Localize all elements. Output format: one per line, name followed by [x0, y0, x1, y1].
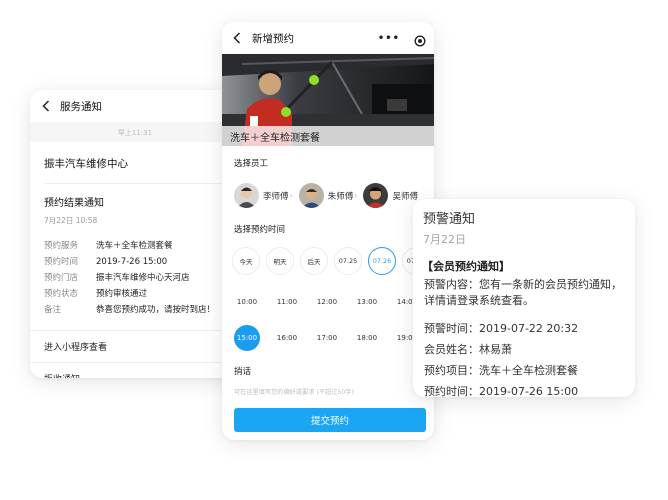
close-target-icon[interactable] [414, 32, 426, 47]
back-arrow-icon[interactable] [230, 31, 244, 45]
open-miniprogram-link[interactable]: 进入小程序查看 [30, 330, 240, 362]
date-option[interactable]: 今天 [232, 247, 260, 275]
remark-label: 捎话 [234, 367, 252, 377]
notice-date: 7月22日 10:58 [44, 216, 98, 225]
notice-row: 预约状态 预约审核通过 [44, 286, 226, 302]
notice-row: 备注 恭喜您预约成功，请按时到店！ [44, 302, 226, 318]
time-slot-grid: 10:00 11:00 12:00 13:00 14:00 15:00 16:0… [222, 291, 434, 351]
time-slot-label: 13:00 [356, 298, 378, 306]
avatar [298, 183, 324, 208]
alert-item: 预约时间：2019-07-26 15:00 [424, 385, 579, 397]
row-label: 备注 [44, 305, 62, 315]
row-value: 预约审核通过 [96, 289, 148, 299]
hero-service-title: 洗车＋全车检测套餐 [222, 126, 434, 146]
select-time-label: 选择预约时间 [234, 225, 286, 235]
service-notice-header: 服务通知 [30, 90, 240, 122]
time-slot-label: 15:00 [234, 325, 260, 351]
time-slot[interactable]: 10:00 [227, 291, 267, 313]
row-value: 2019-7-26 15:00 [96, 257, 168, 267]
staff-item[interactable]: 李师傅 › [234, 183, 293, 208]
staff-item[interactable]: 吴师傅 [363, 183, 418, 208]
row-label: 预约状态 [44, 289, 79, 299]
service-hero-image: 洗车＋全车检测套餐 [222, 54, 434, 146]
row-value: 恭喜您预约成功，请按时到店！ [96, 305, 216, 315]
notice-row: 预约时间 2019-7-26 15:00 [44, 254, 226, 270]
time-slot-label: 16:00 [276, 334, 298, 342]
message-timestamp: 早上11:31 [30, 122, 240, 142]
date-option-selected[interactable]: 07.26 [368, 247, 396, 275]
alert-content-line: 详情请登录系统查看。 [424, 294, 534, 307]
row-label: 预约门店 [44, 273, 79, 283]
date-option[interactable]: 07.25 [334, 247, 362, 275]
staff-name: 朱师傅 [327, 191, 354, 202]
time-slot-label: 10:00 [236, 298, 258, 306]
time-slot-label: 17:00 [316, 334, 338, 342]
avatar [363, 183, 389, 208]
alert-content-line: 预警内容：您有一条新的会员预约通知， [424, 278, 622, 291]
alert-date: 7月22日 [423, 233, 466, 246]
submit-booking-button[interactable]: 提交预约 [234, 408, 426, 432]
date-option[interactable]: 明天 [266, 247, 294, 275]
row-label: 预约服务 [44, 241, 79, 251]
service-notice-card: 服务通知 早上11:31 振丰汽车维修中心 预约结果通知 7月22日 10:58… [30, 90, 240, 378]
time-slot[interactable]: 12:00 [307, 291, 347, 313]
phone-nav-bar: 新增预约 ••• [222, 22, 434, 54]
alert-notice-card: 预警通知 7月22日 【会员预约通知】 预警内容：您有一条新的会员预约通知， 详… [413, 199, 635, 397]
alert-heading: 【会员预约通知】 [422, 260, 510, 273]
chevron-right-icon: › [354, 191, 358, 200]
staff-item[interactable]: 朱师傅 › [298, 183, 358, 208]
staff-list: 李师傅 › 朱师傅 › 吴师傅 [222, 183, 434, 208]
time-slot-label: 18:00 [356, 334, 378, 342]
row-value: 洗车＋全车检测套餐 [96, 241, 173, 251]
back-arrow-icon[interactable] [38, 98, 54, 114]
select-staff-label: 选择员工 [234, 159, 269, 169]
staff-name: 吴师傅 [392, 191, 418, 202]
alert-item: 预警时间：2019-07-22 20:32 [424, 322, 579, 335]
time-slot[interactable]: 16:00 [267, 327, 307, 349]
date-option[interactable]: 后天 [300, 247, 328, 275]
notice-row: 预约门店 振丰汽车维修中心天河店 [44, 270, 226, 286]
row-value: 振丰汽车维修中心天河店 [96, 273, 190, 283]
time-slot[interactable]: 18:00 [347, 327, 387, 349]
more-menu-icon[interactable]: ••• [378, 33, 400, 44]
time-slot[interactable]: 11:00 [267, 291, 307, 313]
date-picker: 今天 明天 后天 07.25 07.26 07.27 [222, 247, 434, 275]
notice-title: 预约结果通知 [44, 198, 104, 209]
remark-input[interactable]: 可在这里填写您的偏好或要求 (不超过50字) [222, 387, 434, 396]
alert-title: 预警通知 [423, 212, 476, 227]
time-slot-label: 11:00 [276, 298, 298, 306]
time-slot[interactable]: 17:00 [307, 327, 347, 349]
avatar [234, 183, 259, 208]
booking-phone-screen: 新增预约 ••• 洗车＋全车检测套餐 选择员工 李师傅 › 朱师傅 › 吴师傅 … [222, 22, 434, 440]
shop-name: 振丰汽车维修中心 [44, 142, 226, 184]
reject-notice-link[interactable]: 拒收通知 [30, 362, 240, 378]
time-slot[interactable]: 13:00 [347, 291, 387, 313]
notice-detail-list: 预约服务 洗车＋全车检测套餐 预约时间 2019-7-26 15:00 预约门店 振丰… [44, 238, 226, 318]
service-notice-body: 振丰汽车维修中心 预约结果通知 7月22日 10:58 预约服务 洗车＋全车检测套… [30, 142, 240, 318]
alert-item: 预约项目：洗车＋全车检测套餐 [424, 364, 578, 377]
chevron-right-icon: › [289, 191, 293, 200]
row-label: 预约时间 [44, 257, 79, 267]
alert-item: 会员姓名：林易萧 [424, 343, 512, 356]
time-slot-label: 12:00 [316, 298, 338, 306]
service-notice-title: 服务通知 [60, 100, 102, 113]
notice-row: 预约服务 洗车＋全车检测套餐 [44, 238, 226, 254]
page-title: 新增预约 [252, 32, 294, 45]
staff-name: 李师傅 [263, 191, 289, 202]
time-slot-selected[interactable]: 15:00 [227, 325, 267, 351]
